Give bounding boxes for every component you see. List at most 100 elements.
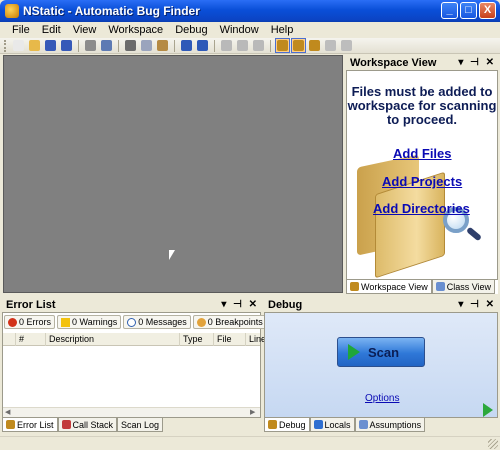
workspace-view-header: Workspace View ▾ ⊣ ✕ <box>346 56 498 70</box>
column-line[interactable]: Line <box>245 333 266 346</box>
scan-button[interactable]: Scan <box>337 337 425 367</box>
bug-button[interactable] <box>307 38 322 53</box>
menu-edit[interactable]: Edit <box>36 22 67 38</box>
tab-locals-label: Locals <box>324 419 351 430</box>
new-file-icon <box>13 40 24 51</box>
error-list-tabs: Error List Call Stack Scan Log <box>2 418 261 432</box>
copy-icon <box>141 40 152 51</box>
menu-window[interactable]: Window <box>214 22 265 38</box>
warnings-filter-button[interactable]: 0 Warnings <box>57 315 122 329</box>
debug-header: Debug ▾ ⊣ ✕ <box>264 298 498 312</box>
toolbar-grip[interactable] <box>4 39 8 52</box>
editor-area[interactable] <box>3 55 343 293</box>
tab-call-stack-label: Call Stack <box>72 419 114 430</box>
save-button[interactable] <box>43 38 58 53</box>
toolbar-separator <box>214 39 215 52</box>
column-icon[interactable] <box>3 333 15 346</box>
menu-help[interactable]: Help <box>265 22 300 38</box>
add-files-link[interactable]: Add Files <box>393 146 452 161</box>
next-arrow-icon[interactable] <box>483 403 493 417</box>
bug-disabled-button[interactable] <box>323 38 338 53</box>
paste-button[interactable] <box>155 38 170 53</box>
step-button[interactable] <box>235 38 250 53</box>
menu-view[interactable]: View <box>67 22 103 38</box>
menu-file[interactable]: File <box>0 22 36 38</box>
maximize-button[interactable]: □ <box>460 2 477 19</box>
workspace-tab-icon <box>350 282 359 291</box>
step-icon <box>237 40 248 51</box>
error-list-controls[interactable]: ▾ ⊣ ✕ <box>221 298 259 312</box>
debug-title: Debug <box>268 299 303 311</box>
breakpoints-filter-button[interactable]: 0 Breakpoints <box>192 315 267 329</box>
column-number[interactable]: # <box>15 333 45 346</box>
messages-filter-button[interactable]: 0 Messages <box>123 315 191 329</box>
toolbar-separator <box>78 39 79 52</box>
toolbar-separator <box>270 39 271 52</box>
scan-workspace-button[interactable] <box>275 38 290 53</box>
copy-button[interactable] <box>139 38 154 53</box>
save-all-button[interactable] <box>59 38 74 53</box>
tab-assumptions[interactable]: Assumptions <box>354 418 426 432</box>
tab-class-view-label: Class View <box>446 281 492 292</box>
tab-error-list[interactable]: Error List <box>2 418 58 432</box>
play-icon <box>348 344 360 360</box>
column-description[interactable]: Description <box>45 333 179 346</box>
menu-debug[interactable]: Debug <box>169 22 213 38</box>
bug-disabled-icon <box>325 40 336 51</box>
workspace-view-controls[interactable]: ▾ ⊣ ✕ <box>458 56 496 70</box>
breakpoints-count: 0 Breakpoints <box>207 317 263 327</box>
cut-button[interactable] <box>123 38 138 53</box>
bug-settings-button[interactable] <box>339 38 354 53</box>
tab-error-list-label: Error List <box>17 419 54 430</box>
resize-grip-icon[interactable] <box>488 439 498 449</box>
find-icon <box>101 40 112 51</box>
tab-workspace-view-label: Workspace View <box>361 281 428 292</box>
tab-locals[interactable]: Locals <box>309 418 355 432</box>
paste-icon <box>157 40 168 51</box>
tab-assumptions-label: Assumptions <box>369 419 422 430</box>
toolbar <box>0 38 500 54</box>
redo-button[interactable] <box>195 38 210 53</box>
tab-class-view[interactable]: Class View <box>431 280 496 294</box>
add-projects-link[interactable]: Add Projects <box>382 174 462 189</box>
add-directories-link[interactable]: Add Directories <box>373 201 470 216</box>
undo-icon <box>181 40 192 51</box>
toolbar-separator <box>118 39 119 52</box>
menu-workspace[interactable]: Workspace <box>102 22 169 38</box>
column-type[interactable]: Type <box>179 333 213 346</box>
tab-debug[interactable]: Debug <box>264 418 310 432</box>
errors-filter-button[interactable]: 0 Errors <box>4 315 56 329</box>
debug-panel: Scan Options <box>264 312 498 418</box>
tab-call-stack[interactable]: Call Stack <box>57 418 118 432</box>
workspace-view-title: Workspace View <box>350 57 437 69</box>
stop-button[interactable] <box>251 38 266 53</box>
close-button[interactable]: X <box>479 2 496 19</box>
play-button[interactable] <box>219 38 234 53</box>
errors-count: 0 Errors <box>19 317 52 327</box>
print-button[interactable] <box>83 38 98 53</box>
new-file-button[interactable] <box>11 38 26 53</box>
debug-controls[interactable]: ▾ ⊣ ✕ <box>458 298 496 312</box>
scan-workspace-icon <box>277 40 288 51</box>
find-button[interactable] <box>99 38 114 53</box>
minimize-button[interactable]: _ <box>441 2 458 19</box>
error-list-panel: 0 Errors 0 Warnings 0 Messages 0 Breakpo… <box>2 312 267 418</box>
warnings-count: 0 Warnings <box>72 317 118 327</box>
open-folder-button[interactable] <box>27 38 42 53</box>
app-icon <box>5 4 19 18</box>
options-link[interactable]: Options <box>365 393 399 404</box>
scroll-left-icon[interactable]: ◀ <box>5 409 13 417</box>
horizontal-scrollbar[interactable]: ◀ ▶ <box>3 407 260 417</box>
tab-scan-log[interactable]: Scan Log <box>117 418 164 432</box>
status-bar <box>0 436 500 450</box>
error-list-header: Error List ▾ ⊣ ✕ <box>2 298 261 312</box>
bug-icon <box>309 40 320 51</box>
workspace-message: Files must be added to workspace for sca… <box>347 84 497 127</box>
undo-button[interactable] <box>179 38 194 53</box>
column-file[interactable]: File <box>213 333 245 346</box>
tab-workspace-view[interactable]: Workspace View <box>346 280 432 294</box>
scroll-right-icon[interactable]: ▶ <box>250 409 258 417</box>
workspace-tabs: Workspace View Class View <box>346 280 498 294</box>
scan-file-button[interactable] <box>291 38 306 53</box>
debug-tabs: Debug Locals Assumptions <box>264 418 498 432</box>
